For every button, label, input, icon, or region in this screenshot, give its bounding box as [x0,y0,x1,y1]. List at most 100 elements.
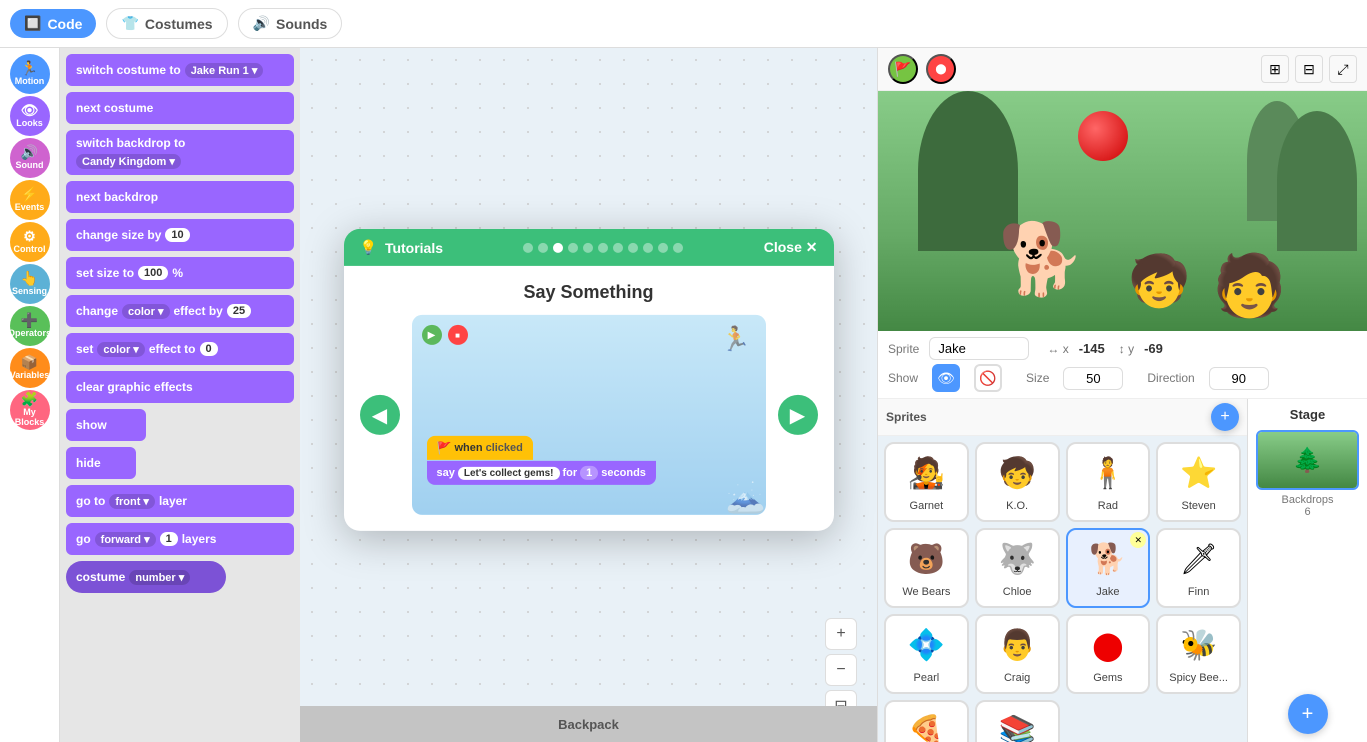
dot-5 [583,242,593,252]
size-label: Size [1026,371,1049,385]
sidebar-item-operators[interactable]: ➕ Operators [10,306,50,346]
sidebar-item-myblocks[interactable]: 🧩 My Blocks [10,390,50,430]
sidebar-item-sound[interactable]: 🔊 Sound [10,138,50,178]
dot-3 [553,242,563,252]
sprite-thumb-pizza[interactable]: 🍕 Pizza [884,700,969,742]
script-area[interactable]: 💡 Tutorials Close ✕ [300,48,877,742]
sidebar-item-motion[interactable]: 🏃 Motion [10,54,50,94]
sprite-thumb-pearl[interactable]: 💠 Pearl [884,614,969,694]
webears-sprite-label: We Bears [902,586,950,598]
jake-sprite: 🐕 [998,219,1085,301]
direction-input[interactable] [1209,367,1269,390]
finn-sprite-image: 🗡 [1174,534,1224,584]
dot-10 [658,242,668,252]
green-flag-button[interactable]: 🚩 [888,54,918,84]
y-coord-value: -69 [1144,341,1163,356]
sidebar-item-control[interactable]: ⚙ Control [10,222,50,262]
rad-sprite-label: Rad [1098,500,1118,512]
block-go-forward-layers[interactable]: go forward ▾ 1 layers [66,523,294,555]
dot-7 [613,242,623,252]
stage-strip: Stage 🌲 Backdrops 6 + [1247,399,1367,742]
sidebar-item-sensing[interactable]: 👆 Sensing [10,264,50,304]
sprite-thumb-chloe[interactable]: 🐺 Chloe [975,528,1060,608]
rad-sprite-image: 🧍 [1083,448,1133,498]
sounds-icon: 🔊 [253,15,270,32]
sprites-stage-container: Sprites + 🧑‍🎤 Garnet 🧒 K.O. [878,399,1367,742]
sidebar-item-looks[interactable]: 👁 Looks [10,96,50,136]
layout-fullscreen-button[interactable]: ⤢ [1329,55,1357,83]
block-show[interactable]: show [66,409,146,441]
sprite-info-panel: Sprite ↔ x -145 ↕ y -69 Show 👁 🚫 Size Di… [878,331,1367,399]
block-change-size[interactable]: change size by 10 [66,219,294,251]
sprite-show-row: Show 👁 🚫 Size Direction [888,364,1357,392]
y-coord-label: ↕ y [1119,342,1134,356]
block-next-backdrop[interactable]: next backdrop [66,181,294,213]
block-next-costume[interactable]: next costume [66,92,294,124]
tab-sounds[interactable]: 🔊 Sounds [238,8,343,39]
show-hidden-button[interactable]: 🚫 [974,364,1002,392]
sprite-thumb-craig[interactable]: 👨 Craig [975,614,1060,694]
webears-sprite-image: 🐻 [901,534,951,584]
top-bar: 🔲 Code 👕 Costumes 🔊 Sounds [0,0,1367,48]
jake-delete-badge[interactable]: ✕ [1130,532,1146,548]
stage-thumbnail[interactable]: 🌲 [1256,430,1359,490]
zoom-out-button[interactable]: − [825,654,857,686]
stage-section: 🚩 ⬤ ⊞ ⊟ ⤢ 🐕 🧒 � [878,48,1367,331]
block-change-color-effect[interactable]: change color ▾ effect by 25 [66,295,294,327]
sprite-thumb-ko[interactable]: 🧒 K.O. [975,442,1060,522]
sprite-name-input[interactable] [929,337,1029,360]
tab-code[interactable]: 🔲 Code [10,9,96,38]
block-hide[interactable]: hide [66,447,136,479]
sprite-thumb-garnet[interactable]: 🧑‍🎤 Garnet [884,442,969,522]
block-go-to-layer[interactable]: go to front ▾ layer [66,485,294,517]
sprite-thumb-book[interactable]: 📚 Book [975,700,1060,742]
tutorial-content: ◀ ▶ ■ 🏃 [360,315,818,515]
backpack-bar[interactable]: Backpack [300,706,877,742]
tutorial-close-button[interactable]: Close ✕ [764,239,818,256]
character-1: 🧒 [1128,252,1190,311]
block-costume-number[interactable]: costume number ▾ [66,561,226,593]
sprite-thumb-spicybee[interactable]: 🐝 Spicy Bee... [1156,614,1241,694]
ko-sprite-label: K.O. [1006,500,1028,512]
jake-sprite-image-thumb: 🐕 [1083,534,1133,584]
add-sprite-button[interactable]: + [1211,403,1239,431]
tutorial-body: Say Something ◀ ▶ ■ 🏃 [344,266,834,531]
layout-split-button[interactable]: ⊟ [1295,55,1323,83]
sprite-thumb-gems[interactable]: ⬤ Gems [1066,614,1151,694]
stop-button[interactable]: ⬤ [926,54,956,84]
sprite-thumb-jake[interactable]: ✕ 🐕 Jake [1066,528,1151,608]
spicybee-sprite-image: 🐝 [1174,620,1224,670]
block-clear-effects[interactable]: clear graphic effects [66,371,294,403]
sidebar-item-events[interactable]: ⚡ Events [10,180,50,220]
layout-controls: ⊞ ⊟ ⤢ [1261,55,1357,83]
dot-2 [538,242,548,252]
block-set-size[interactable]: set size to 100 % [66,257,294,289]
block-set-color-effect[interactable]: set color ▾ effect to 0 [66,333,294,365]
sprite-thumb-finn[interactable]: 🗡 Finn [1156,528,1241,608]
sprite-thumb-steven[interactable]: ⭐ Steven [1156,442,1241,522]
tutorial-next-button[interactable]: ▶ [778,395,818,435]
craig-sprite-label: Craig [1004,672,1030,684]
layout-small-button[interactable]: ⊞ [1261,55,1289,83]
show-label: Show [888,371,918,385]
tab-costumes[interactable]: 👕 Costumes [106,8,227,39]
sprite-label: Sprite [888,342,919,356]
sprite-thumb-webears[interactable]: 🐻 We Bears [884,528,969,608]
sprite-name-row: Sprite ↔ x -145 ↕ y -69 [888,337,1357,360]
garnet-sprite-label: Garnet [910,500,944,512]
add-backdrop-button[interactable]: + [1288,694,1328,734]
stage-controls-bar: 🚩 ⬤ ⊞ ⊟ ⤢ [878,48,1367,91]
steven-sprite-image: ⭐ [1174,448,1224,498]
sidebar-item-variables[interactable]: 📦 Variables [10,348,50,388]
sprites-section: Sprites + 🧑‍🎤 Garnet 🧒 K.O. [878,399,1247,742]
sprite-thumb-rad[interactable]: 🧍 Rad [1066,442,1151,522]
dot-9 [643,242,653,252]
tutorial-header: 💡 Tutorials Close ✕ [344,229,834,266]
block-switch-costume[interactable]: switch costume to Jake Run 1 ▾ [66,54,294,86]
tutorial-heading: Say Something [360,282,818,303]
show-visible-button[interactable]: 👁 [932,364,960,392]
zoom-in-button[interactable]: + [825,618,857,650]
block-switch-backdrop[interactable]: switch backdrop to Candy Kingdom ▾ [66,130,294,175]
size-input[interactable] [1063,367,1123,390]
tutorial-prev-button[interactable]: ◀ [360,395,400,435]
